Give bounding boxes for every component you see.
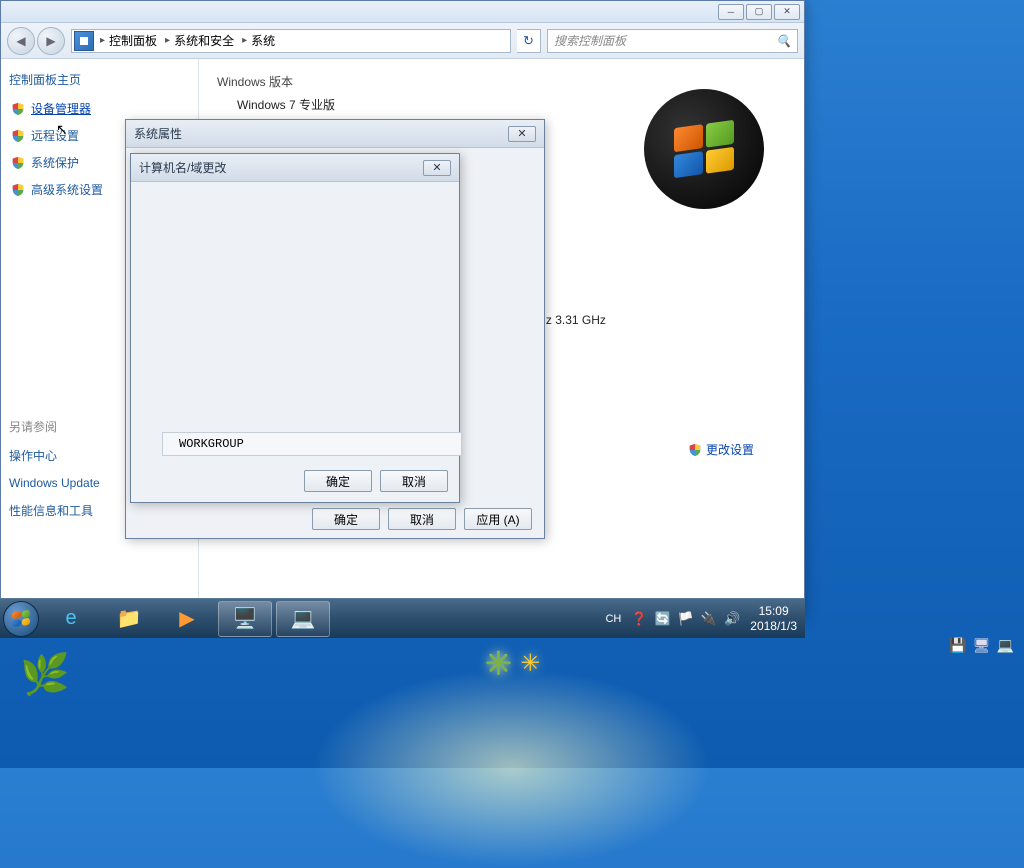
- close-button[interactable]: ✕: [774, 4, 800, 20]
- sidebar-remote-settings[interactable]: 远程设置: [31, 127, 79, 144]
- bc-seg[interactable]: 系统: [251, 32, 275, 49]
- drive-icon[interactable]: 💾: [949, 637, 966, 654]
- sidebar-advanced-settings[interactable]: 高级系统设置: [31, 181, 103, 198]
- forward-button[interactable]: ▶: [37, 27, 65, 55]
- tray-volume-icon[interactable]: 🔊: [724, 611, 740, 627]
- windows-logo: [644, 89, 764, 209]
- start-button[interactable]: [0, 599, 42, 639]
- sidebar-system-protection[interactable]: 系统保护: [31, 154, 79, 171]
- taskbar-control-panel[interactable]: 🖥️: [218, 601, 272, 637]
- taskbar-clock[interactable]: 15:09 2018/1/3: [750, 604, 797, 633]
- wallpaper-flower: ✳️ ✳: [484, 649, 541, 678]
- workgroup-value: WORKGROUP: [162, 432, 462, 456]
- taskbar-media-player[interactable]: ▶: [160, 601, 214, 637]
- control-panel-icon: [74, 31, 94, 51]
- taskbar: e 📁 ▶ 🖥️ 💻 CH ❓ 🔄 🏳️ 🔌 🔊 15:09 2018/1/3: [0, 598, 805, 638]
- monitor-icon[interactable]: 🖥: [973, 637, 991, 654]
- workgroup-group: WORKGROUP 确定 取消: [162, 432, 462, 498]
- close-icon[interactable]: ✕: [508, 126, 536, 142]
- namechange-cancel-button[interactable]: 取消: [380, 470, 448, 492]
- tray-action-icon[interactable]: 🏳️: [678, 611, 694, 627]
- sysprops-apply-button[interactable]: 应用 (A): [464, 508, 532, 530]
- shield-icon: [11, 156, 25, 170]
- taskbar-explorer[interactable]: 📁: [102, 601, 156, 637]
- shield-icon: [11, 183, 25, 197]
- refresh-button[interactable]: ↻: [517, 29, 541, 53]
- sidebar-home[interactable]: 控制面板主页: [9, 71, 190, 88]
- shield-icon: [11, 102, 25, 116]
- close-icon[interactable]: ✕: [423, 160, 451, 176]
- minimize-button[interactable]: ─: [718, 4, 744, 20]
- search-input[interactable]: 搜索控制面板 🔍: [547, 29, 798, 53]
- tray-updates-icon[interactable]: 🔄: [655, 611, 671, 627]
- maximize-button[interactable]: ▢: [746, 4, 772, 20]
- sysprops-cancel-button[interactable]: 取消: [388, 508, 456, 530]
- shield-icon: [11, 129, 25, 143]
- titlebar: ─ ▢ ✕: [1, 1, 804, 23]
- breadcrumb[interactable]: ▸控制面板 ▸系统和安全 ▸系统: [71, 29, 511, 53]
- tray-network-icon[interactable]: 🔌: [701, 611, 717, 627]
- sysprops-ok-button[interactable]: 确定: [312, 508, 380, 530]
- namechange-ok-button[interactable]: 确定: [304, 470, 372, 492]
- edition-header: Windows 版本: [217, 73, 786, 90]
- shield-icon: [688, 443, 702, 457]
- bc-seg[interactable]: 控制面板: [109, 32, 157, 49]
- taskbar-ie[interactable]: e: [44, 601, 98, 637]
- back-button[interactable]: ◀: [7, 27, 35, 55]
- sidebar-device-manager[interactable]: 设备管理器: [31, 100, 91, 117]
- nav-toolbar: ◀ ▶ ▸控制面板 ▸系统和安全 ▸系统 ↻ 搜索控制面板 🔍: [1, 23, 804, 59]
- desktop-quick-icons: 💾 🖥 💻: [949, 637, 1014, 654]
- tray-help-icon[interactable]: ❓: [631, 611, 647, 627]
- system-tray: CH ❓ 🔄 🏳️ 🔌 🔊 15:09 2018/1/3: [597, 604, 805, 633]
- taskbar-system[interactable]: 💻: [276, 601, 330, 637]
- computer-icon[interactable]: 💻: [997, 637, 1014, 654]
- bc-seg[interactable]: 系统和安全: [174, 32, 234, 49]
- sysprops-titlebar[interactable]: 系统属性 ✕: [126, 120, 544, 148]
- wallpaper-leaf: 🌿: [20, 651, 70, 698]
- language-indicator[interactable]: CH: [605, 613, 621, 625]
- search-icon: 🔍: [776, 34, 791, 48]
- change-settings-link[interactable]: 更改设置: [688, 441, 754, 458]
- namechange-titlebar[interactable]: 计算机名/域更改 ✕: [131, 154, 459, 182]
